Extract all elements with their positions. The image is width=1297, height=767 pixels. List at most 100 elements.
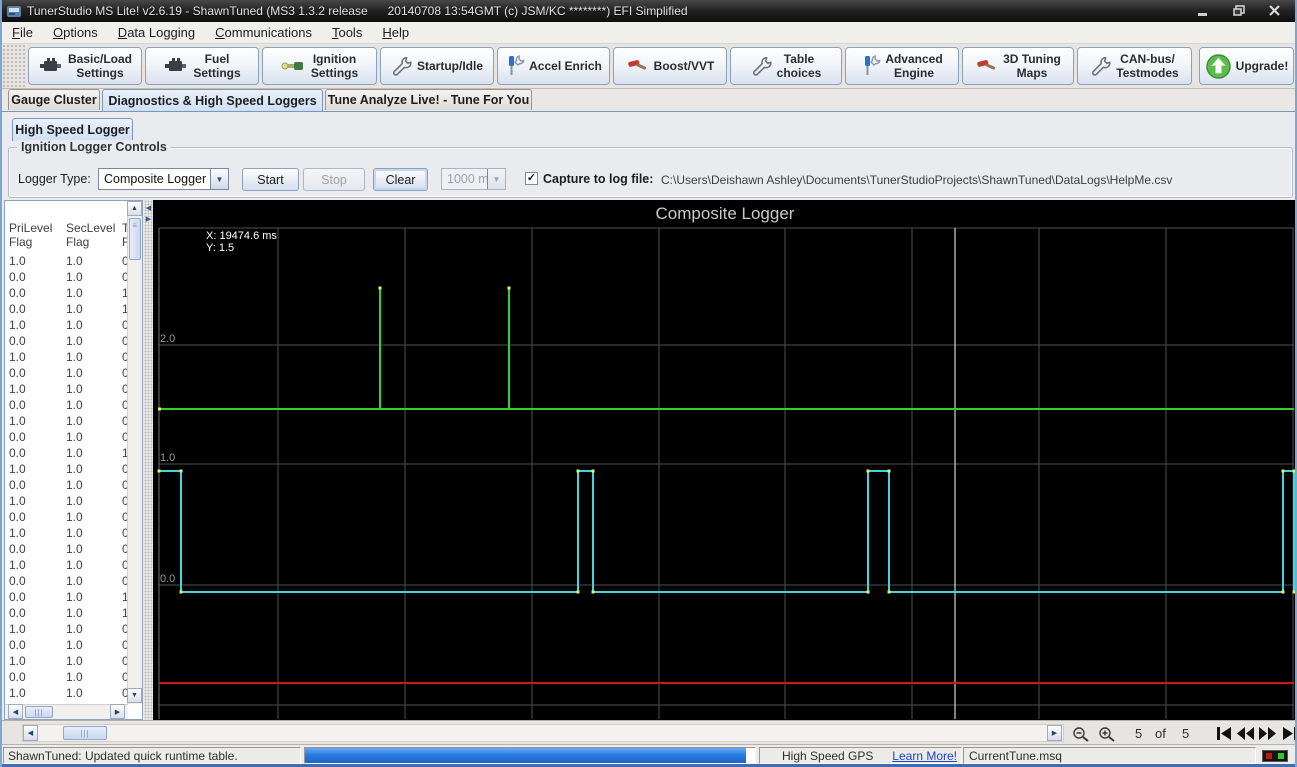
- page-current: 5: [1135, 726, 1143, 741]
- comm-status-indicator: [1262, 750, 1288, 762]
- toolbar-button-boost-vvt[interactable]: Boost/VVT: [613, 47, 727, 85]
- scroll-up-icon[interactable]: ▲: [127, 201, 142, 216]
- close-button[interactable]: [1261, 2, 1289, 19]
- fast-forward-icon[interactable]: [1258, 724, 1278, 742]
- tab-tune-analyze-live[interactable]: Tune Analyze Live! - Tune For You: [325, 89, 532, 110]
- table-row: 0.01.00: [9, 574, 128, 588]
- toolbar-button-3d-tuning-maps[interactable]: 3D Tuning Maps: [962, 47, 1074, 85]
- scroll-down-icon[interactable]: ▼: [127, 688, 142, 703]
- toolbar: Basic/Load Settings Fuel Settings Ignition Se…: [2, 44, 1295, 89]
- toolbar-button-label: Boost/VVT: [653, 59, 715, 73]
- toolbar-button-accel-enrich[interactable]: Accel Enrich: [497, 47, 610, 85]
- stop-button[interactable]: Stop: [303, 168, 365, 191]
- expand-right-icon[interactable]: ▶: [144, 215, 153, 223]
- chevron-down-icon[interactable]: ▼: [210, 169, 228, 189]
- logger-type-select[interactable]: Composite Logger ▼: [98, 168, 229, 190]
- title-bar[interactable]: TunerStudio MS Lite! v2.6.19 - ShawnTune…: [2, 0, 1295, 22]
- menu-tools[interactable]: Tools: [322, 23, 372, 43]
- table-row: 0.01.00: [9, 366, 128, 380]
- group-title: Ignition Logger Controls: [17, 140, 171, 154]
- toolbar-button-table-choices[interactable]: Table choices: [730, 47, 842, 85]
- interval-select[interactable]: 1000 ms ▼: [441, 168, 506, 190]
- capture-checkbox[interactable]: ✓: [525, 172, 538, 185]
- table-horizontal-scrollbar[interactable]: ◀ ||| ▶: [5, 704, 128, 719]
- split-pane-divider[interactable]: ◀ ▶: [144, 200, 153, 720]
- rewind-icon[interactable]: [1236, 724, 1256, 742]
- table-column-header: PriLevel Flag: [9, 221, 53, 249]
- minimize-button[interactable]: [1189, 2, 1217, 19]
- table-row: 1.01.00: [9, 350, 128, 364]
- chart-scroll-right-icon[interactable]: ▶: [1047, 725, 1062, 741]
- toolbar-button-ignition-settings[interactable]: Ignition Settings: [262, 47, 377, 85]
- table-vertical-scrollbar[interactable]: ▲ ≡ ▼: [127, 201, 142, 704]
- table-row: 1.01.00: [9, 462, 128, 476]
- tab-gauge-cluster[interactable]: Gauge Cluster: [8, 89, 100, 110]
- progress-bar: [304, 747, 756, 764]
- toolbar-button-label: Startup/Idle: [416, 59, 483, 73]
- scroll-right-icon[interactable]: ▶: [110, 704, 125, 719]
- chart-scroll-left-icon[interactable]: ◀: [23, 725, 38, 741]
- v-scroll-thumb[interactable]: ≡: [129, 218, 141, 260]
- learn-more-link[interactable]: Learn More!: [892, 749, 957, 763]
- table-row: 1.01.00: [9, 558, 128, 572]
- svg-text:Composite Logger: Composite Logger: [656, 204, 795, 223]
- toolbar-button-advanced-engine[interactable]: Advanced Engine: [845, 47, 959, 85]
- first-page-icon[interactable]: [1214, 724, 1234, 742]
- chart-scroll-thumb[interactable]: |||: [63, 726, 107, 740]
- menu-file[interactable]: File: [2, 23, 43, 43]
- toolbar-button-label: Accel Enrich: [529, 59, 602, 73]
- toolbar-button-label: 3D Tuning Maps: [1003, 52, 1061, 80]
- table-row: 1.01.00: [9, 622, 128, 636]
- toolbar-button-label: Table choices: [776, 52, 822, 80]
- table-row: 0.01.01: [9, 446, 128, 460]
- toolbar-button-label: Ignition Settings: [310, 52, 359, 80]
- menu-help[interactable]: Help: [372, 23, 419, 43]
- hammer-icon: [975, 56, 999, 76]
- h-scroll-thumb[interactable]: |||: [25, 706, 53, 718]
- scroll-left-icon[interactable]: ◀: [8, 704, 23, 719]
- table-row: 0.01.01: [9, 302, 128, 316]
- engine-icon: [38, 56, 64, 76]
- svg-text:X: 19474.6 ms: X: 19474.6 ms: [206, 230, 277, 242]
- restore-button[interactable]: [1225, 2, 1253, 19]
- main-tabs: Gauge Cluster Diagnostics & High Speed Lo…: [2, 89, 1295, 111]
- toolbar-button-basic-load-settings[interactable]: Basic/Load Settings: [28, 47, 142, 85]
- tab-high-speed-logger[interactable]: High Speed Logger: [12, 118, 133, 141]
- chart-horizontal-scrollbar[interactable]: ◀ ||| ▶: [22, 724, 1064, 742]
- toolbar-button-upgrade[interactable]: Upgrade!: [1199, 47, 1294, 85]
- table-row: 0.01.00: [9, 638, 128, 652]
- toolbar-button-startup-idle[interactable]: Startup/Idle: [380, 47, 494, 85]
- toolbar-button-fuel-settings[interactable]: Fuel Settings: [145, 47, 259, 85]
- menu-bar: File Options Data Logging Communications Too…: [2, 22, 1295, 44]
- start-button[interactable]: Start: [242, 168, 299, 191]
- table-row: 0.01.00: [9, 334, 128, 348]
- table-row: 0.01.00: [9, 398, 128, 412]
- wrench-icon: [1090, 55, 1112, 77]
- rx-led-icon: [1266, 753, 1272, 759]
- table-row: 1.01.00: [9, 414, 128, 428]
- menu-options[interactable]: Options: [43, 23, 108, 43]
- sub-tab-label: High Speed Logger: [15, 123, 130, 137]
- toolbar-drag-handle[interactable]: [2, 44, 26, 88]
- spark-icon: [281, 58, 307, 74]
- clear-button[interactable]: Clear: [373, 168, 428, 191]
- toolbar-button-can-bus-testmodes[interactable]: CAN-bus/Testmodes: [1077, 47, 1192, 85]
- collapse-left-icon[interactable]: ◀: [144, 204, 153, 212]
- hammer-icon: [626, 56, 650, 76]
- table-row: 1.01.00: [9, 254, 128, 268]
- upgrade-icon: [1205, 53, 1232, 80]
- tab-diagnostics-high-speed-loggers[interactable]: Diagnostics & High Speed Loggers: [102, 89, 323, 111]
- menu-communications[interactable]: Communications: [205, 23, 322, 43]
- last-page-icon[interactable]: [1280, 724, 1295, 742]
- zoom-out-icon[interactable]: [1070, 724, 1092, 743]
- capture-path: C:\Users\Deishawn Ashley\Documents\Tuner…: [661, 173, 1173, 187]
- zoom-in-icon[interactable]: [1096, 724, 1118, 743]
- table-row: 1.01.00: [9, 318, 128, 332]
- chart-toolbar: ◀ ||| ▶ 5 of 5: [2, 720, 1295, 745]
- composite-logger-chart[interactable]: 2.0 1.0 0.0 Composite Logger X: 19474.6 ms Y:…: [153, 200, 1295, 720]
- menu-data-logging[interactable]: Data Logging: [108, 23, 205, 43]
- table-row: 1.01.00: [9, 382, 128, 396]
- table-row: 0.01.00: [9, 478, 128, 492]
- ignition-logger-controls-group: Ignition Logger Controls Logger Type: Co…: [8, 140, 1293, 198]
- engine-icon: [163, 56, 189, 76]
